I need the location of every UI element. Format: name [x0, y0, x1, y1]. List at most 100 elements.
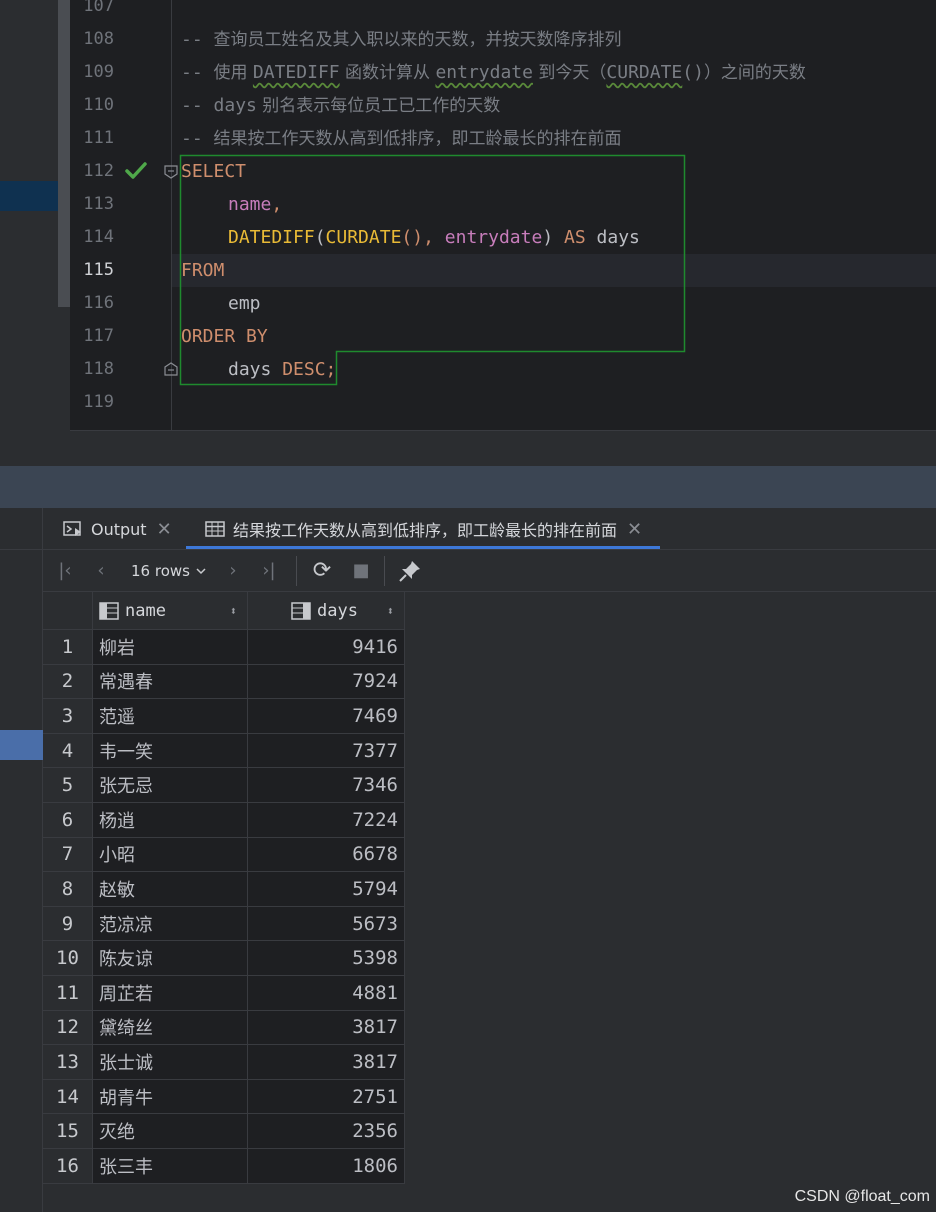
editor-horizontal-scroll[interactable] [70, 430, 936, 466]
code-line-108[interactable]: -- 查询员工姓名及其入职以来的天数，并按天数降序排列 [181, 23, 622, 56]
close-icon[interactable]: ✕ [627, 519, 642, 540]
row-number[interactable]: 8 [43, 872, 93, 906]
row-number[interactable]: 3 [43, 699, 93, 733]
table-row[interactable]: 8 赵敏 5794 [43, 872, 405, 907]
cell-days[interactable]: 7469 [248, 699, 405, 733]
cell-days[interactable]: 7346 [248, 768, 405, 802]
table-row[interactable]: 7 小昭 6678 [43, 837, 405, 873]
table-row[interactable]: 2 常遇春 7924 [43, 664, 405, 700]
row-number[interactable]: 4 [43, 733, 93, 768]
pin-icon[interactable] [397, 558, 423, 584]
first-page-icon[interactable]: |‹ [53, 558, 77, 584]
cell-days[interactable]: 7377 [248, 733, 405, 768]
table-row[interactable]: 12 黛绮丝 3817 [43, 1010, 405, 1046]
cell-name[interactable]: 赵敏 [93, 872, 248, 906]
row-number[interactable]: 16 [43, 1149, 93, 1183]
table-row[interactable]: 9 范凉凉 5673 [43, 906, 405, 942]
sql-editor[interactable]: 107 108 109 110 111 112 113 114 115 116 … [0, 0, 936, 466]
table-row[interactable]: 5 张无忌 7346 [43, 768, 405, 803]
tab-output[interactable]: Output ✕ [63, 508, 172, 550]
cell-name[interactable]: 范凉凉 [93, 906, 248, 941]
code-line-109[interactable]: -- 使用 DATEDIFF 函数计算从 entrydate 到今天（CURDA… [181, 56, 806, 89]
cell-name[interactable]: 杨逍 [93, 803, 248, 837]
cell-days[interactable]: 7924 [248, 664, 405, 699]
panel-divider[interactable] [0, 466, 936, 508]
cell-name[interactable]: 韦一笑 [93, 733, 248, 768]
cell-name[interactable]: 灭绝 [93, 1114, 248, 1148]
code-line-116[interactable]: emp [228, 287, 261, 320]
column-header-days[interactable]: days ⬍ [248, 592, 405, 630]
fold-end-icon[interactable] [163, 361, 179, 377]
table-row[interactable]: 4 韦一笑 7377 [43, 733, 405, 769]
row-number[interactable]: 13 [43, 1045, 93, 1079]
grid-corner[interactable] [43, 592, 93, 630]
table-row[interactable]: 10 陈友谅 5398 [43, 941, 405, 976]
next-page-icon[interactable]: › [223, 558, 243, 584]
cell-name[interactable]: 柳岩 [93, 630, 248, 664]
cell-name[interactable]: 张三丰 [93, 1149, 248, 1183]
table-row[interactable]: 14 胡青牛 2751 [43, 1079, 405, 1115]
cell-days[interactable]: 6678 [248, 837, 405, 872]
column-header-name[interactable]: name ⬍ [93, 592, 248, 630]
row-number[interactable]: 15 [43, 1114, 93, 1148]
tab-query-result[interactable]: 结果按工作天数从高到低排序，即工龄最长的排在前面 ✕ [205, 508, 642, 550]
close-icon[interactable]: ✕ [157, 519, 172, 540]
row-number[interactable]: 10 [43, 941, 93, 975]
last-page-icon[interactable]: ›| [257, 558, 281, 584]
result-grid[interactable]: name ⬍ days ⬍ 1 柳岩 9416 2 常遇春 7924 3 范遥 7469 4 韦一笑… [43, 592, 405, 1184]
cell-days[interactable]: 5794 [248, 872, 405, 906]
cell-name[interactable]: 张士诚 [93, 1045, 248, 1079]
code-line-115[interactable]: FROM [181, 254, 224, 287]
table-row[interactable]: 16 张三丰 1806 [43, 1149, 405, 1184]
code-line-118[interactable]: days DESC; [228, 353, 336, 386]
cell-name[interactable]: 范遥 [93, 699, 248, 733]
row-number[interactable]: 6 [43, 803, 93, 837]
fold-start-icon[interactable] [163, 164, 179, 180]
cell-days[interactable]: 3817 [248, 1010, 405, 1045]
table-row[interactable]: 3 范遥 7469 [43, 699, 405, 734]
project-tree-scrollbar[interactable] [58, 0, 70, 307]
row-number[interactable]: 9 [43, 906, 93, 941]
cell-name[interactable]: 周芷若 [93, 976, 248, 1010]
cell-name[interactable]: 张无忌 [93, 768, 248, 802]
table-row[interactable]: 6 杨逍 7224 [43, 803, 405, 838]
cell-name[interactable]: 胡青牛 [93, 1079, 248, 1114]
cell-days[interactable]: 7224 [248, 803, 405, 837]
cell-days[interactable]: 3817 [248, 1045, 405, 1079]
row-number[interactable]: 1 [43, 630, 93, 664]
table-row[interactable]: 13 张士诚 3817 [43, 1045, 405, 1080]
table-row[interactable]: 15 灭绝 2356 [43, 1114, 405, 1149]
cell-days[interactable]: 4881 [248, 976, 405, 1010]
cell-name[interactable]: 黛绮丝 [93, 1010, 248, 1045]
code-line-114[interactable]: DATEDIFF(CURDATE(), entrydate) AS days [228, 221, 640, 254]
cell-days[interactable]: 5673 [248, 906, 405, 941]
row-number[interactable]: 14 [43, 1079, 93, 1114]
table-row[interactable]: 11 周芷若 4881 [43, 976, 405, 1011]
cell-days[interactable]: 2356 [248, 1114, 405, 1148]
code-line-117[interactable]: ORDER BY [181, 320, 268, 353]
sort-icon[interactable]: ⬍ [387, 604, 394, 618]
cell-days[interactable]: 2751 [248, 1079, 405, 1114]
row-number[interactable]: 7 [43, 837, 93, 872]
code-line-112[interactable]: SELECT [181, 155, 246, 188]
row-number[interactable]: 2 [43, 664, 93, 699]
row-number[interactable]: 11 [43, 976, 93, 1010]
prev-page-icon[interactable]: ‹ [91, 558, 111, 584]
cell-name[interactable]: 常遇春 [93, 664, 248, 699]
cell-name[interactable]: 小昭 [93, 837, 248, 872]
row-number[interactable]: 5 [43, 768, 93, 802]
check-icon[interactable] [124, 160, 148, 182]
cell-days[interactable]: 9416 [248, 630, 405, 664]
cell-days[interactable]: 5398 [248, 941, 405, 975]
cell-name[interactable]: 陈友谅 [93, 941, 248, 975]
cell-days[interactable]: 1806 [248, 1149, 405, 1183]
code-line-110[interactable]: -- days 别名表示每位员工已工作的天数 [181, 89, 500, 122]
refresh-icon[interactable]: ⟳ [309, 558, 335, 584]
stop-icon[interactable]: ■ [349, 558, 373, 584]
code-line-113[interactable]: name, [228, 188, 282, 221]
services-selected-item[interactable] [0, 730, 43, 760]
code-line-111[interactable]: -- 结果按工作天数从高到低排序，即工龄最长的排在前面 [181, 122, 622, 155]
table-row[interactable]: 1 柳岩 9416 [43, 630, 405, 665]
rows-count-dropdown[interactable]: 16 rows [131, 558, 207, 584]
row-number[interactable]: 12 [43, 1010, 93, 1045]
